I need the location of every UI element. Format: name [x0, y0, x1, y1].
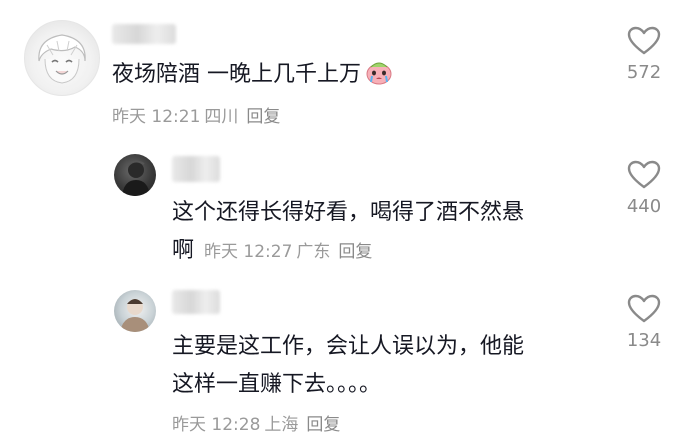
username-blurred[interactable] [112, 24, 176, 44]
comment-time: 昨天 12:21 [112, 107, 201, 127]
comment-time: 昨天 12:28 [172, 415, 261, 435]
username-blurred[interactable] [172, 290, 220, 314]
comment-location: 上海 [264, 415, 299, 435]
comment-meta: 昨天 12:27 广东 回复 [204, 242, 372, 262]
like-count: 572 [626, 62, 662, 83]
reply-button[interactable]: 回复 [338, 242, 372, 262]
avatar[interactable] [114, 154, 156, 196]
comment-text: 主要是这工作，会让人误以为，他能 [172, 330, 524, 364]
like-button[interactable]: 440 [614, 160, 674, 217]
comment-location: 四川 [204, 107, 239, 127]
comment-item: 主要是这工作，会让人误以为，他能 这样一直赚下去。。。。 昨天 12:28 上海回… [0, 280, 690, 448]
comment-text: 啊昨天 12:27 广东 回复 [172, 234, 372, 269]
comment-text-line: 这个还得长得好看，喝得了酒不然悬 [172, 200, 525, 225]
comment-text-line: 主要是这工作，会让人误以为，他能 [172, 334, 525, 359]
crying-face-emoji [365, 59, 393, 85]
reply-button[interactable]: 回复 [306, 415, 340, 435]
comment-text: 夜场陪酒 一晚上几千上万 [112, 58, 393, 92]
comment-text: 这样一直赚下去。。。。 [172, 368, 381, 402]
comment-text-content: 夜场陪酒 一晚上几千上万 [112, 62, 361, 87]
heart-outline-icon [627, 26, 661, 55]
like-button[interactable]: 572 [614, 26, 674, 83]
comment-text-line: 这样一直赚下去。。。。 [172, 372, 382, 397]
comment-text: 这个还得长得好看，喝得了酒不然悬 [172, 196, 524, 230]
like-button[interactable]: 134 [614, 294, 674, 351]
username-blurred[interactable] [172, 156, 220, 182]
comment-meta: 昨天 12:28 上海 回复 [172, 414, 340, 436]
heart-outline-icon [627, 160, 661, 189]
person-avatar-icon [120, 299, 150, 332]
comment-time: 昨天 12:27 [204, 242, 293, 262]
avatar[interactable] [24, 20, 100, 96]
anime-avatar-icon [38, 34, 86, 84]
comment-meta: 昨天 12:21 四川 回复 [112, 106, 280, 128]
heart-outline-icon [627, 294, 661, 323]
comment-item: 夜场陪酒 一晚上几千上万 昨天 12:21 四川 回复 572 [0, 0, 690, 140]
avatar[interactable] [114, 290, 156, 332]
comment-text-line: 啊 [172, 238, 195, 263]
like-count: 440 [626, 196, 662, 217]
like-count: 134 [626, 330, 662, 351]
person-avatar-icon [122, 160, 150, 196]
comment-item: 这个还得长得好看，喝得了酒不然悬 啊昨天 12:27 广东 回复 440 [0, 140, 690, 280]
comment-location: 广东 [296, 242, 331, 262]
reply-button[interactable]: 回复 [246, 107, 280, 127]
